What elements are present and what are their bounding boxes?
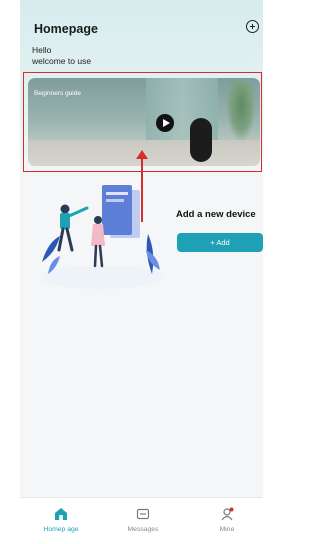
message-icon [136, 508, 150, 520]
app-window: Homepage Hello welcome to use Beginners … [20, 0, 263, 544]
home-icon [55, 508, 67, 520]
greeting-welcome: welcome to use [32, 56, 92, 66]
tab-mine[interactable]: Mine [192, 498, 262, 544]
greeting-hello: Hello [32, 45, 52, 55]
tab-messages[interactable]: Messages [108, 498, 178, 544]
add-device-illustration [40, 185, 164, 289]
profile-icon [221, 507, 234, 521]
add-device-title: Add a new device [176, 209, 256, 220]
left-margin [0, 0, 20, 544]
tab-label-mine: Mine [219, 526, 235, 533]
tab-label-messages: Messages [127, 526, 159, 533]
bottom-tab-bar: Homep age Messages Mine [20, 497, 263, 544]
add-device-button[interactable]: + Add [177, 233, 263, 252]
plus-circle-icon[interactable] [246, 20, 259, 33]
tab-homepage[interactable]: Homep age [26, 498, 96, 544]
tab-label-homepage: Homep age [43, 526, 79, 533]
screen: Homepage Hello welcome to use Beginners … [0, 0, 263, 544]
page-title: Homepage [34, 22, 98, 36]
